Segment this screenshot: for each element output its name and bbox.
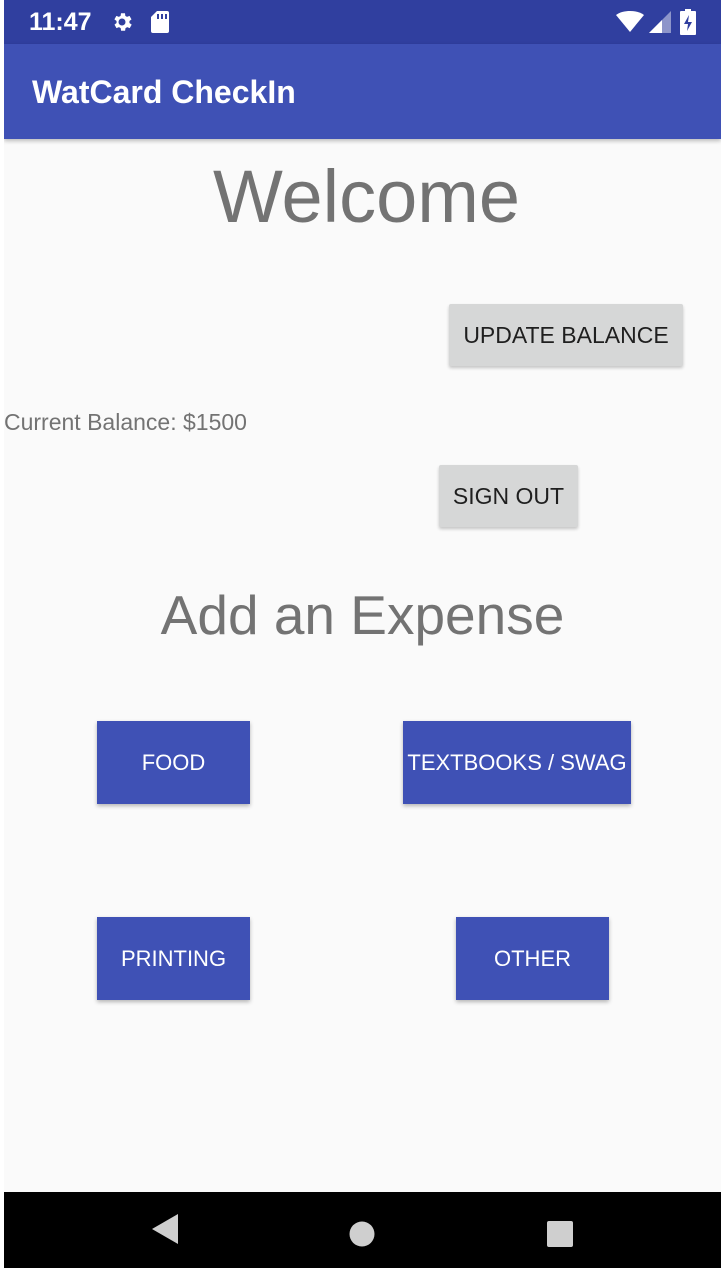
food-button[interactable]: FOOD bbox=[97, 721, 250, 804]
current-balance-text: Current Balance: $1500 bbox=[4, 409, 247, 435]
status-bar: 11:47 bbox=[4, 0, 721, 44]
sign-out-button[interactable]: SIGN OUT bbox=[439, 465, 578, 527]
welcome-heading: Welcome bbox=[212, 155, 521, 238]
battery-charging-icon bbox=[680, 9, 696, 35]
phone-screen: 11:47 WatCard CheckIn Welcome UPDATE BAL… bbox=[4, 0, 721, 1268]
sd-card-icon bbox=[151, 11, 169, 33]
textbooks-swag-button[interactable]: TEXTBOOKS / SWAG bbox=[403, 721, 631, 804]
other-button[interactable]: OTHER bbox=[456, 917, 609, 1000]
app-title: WatCard CheckIn bbox=[32, 74, 296, 110]
app-bar: WatCard CheckIn bbox=[4, 44, 721, 139]
printing-button[interactable]: PRINTING bbox=[97, 917, 250, 1000]
signal-icon bbox=[649, 11, 671, 33]
add-expense-heading: Add an Expense bbox=[160, 584, 565, 646]
recents-icon[interactable] bbox=[547, 1221, 573, 1247]
home-icon[interactable] bbox=[349, 1221, 375, 1247]
navigation-bar bbox=[4, 1192, 721, 1268]
wifi-icon bbox=[616, 11, 644, 32]
status-time: 11:47 bbox=[29, 8, 92, 36]
update-balance-button[interactable]: UPDATE BALANCE bbox=[449, 304, 683, 366]
gear-icon bbox=[114, 13, 132, 31]
back-icon[interactable] bbox=[150, 1212, 180, 1246]
